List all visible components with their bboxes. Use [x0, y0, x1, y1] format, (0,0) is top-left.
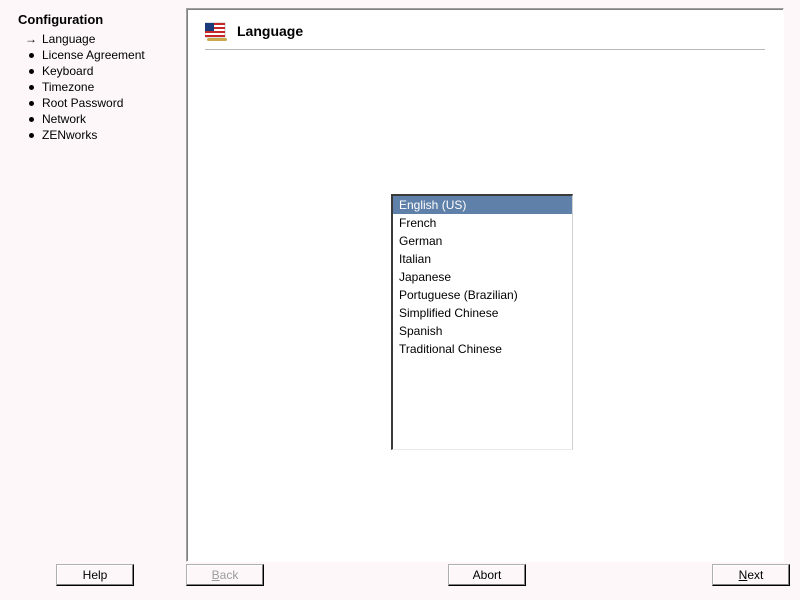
main-header: Language: [205, 21, 765, 50]
back-button: Back: [186, 564, 264, 586]
sidebar-step-label: Timezone: [42, 80, 94, 94]
language-listbox[interactable]: English (US)FrenchGermanItalianJapaneseP…: [391, 194, 573, 450]
bullet-icon: [24, 133, 38, 138]
help-button[interactable]: Help: [56, 564, 134, 586]
bullet-icon: [24, 85, 38, 90]
abort-button-label: Abort: [473, 568, 502, 582]
button-row: Help Back Abort Next: [0, 564, 800, 588]
back-button-label: Back: [212, 568, 239, 582]
page-title: Language: [237, 23, 303, 39]
sidebar-step: Keyboard: [18, 63, 178, 79]
bullet-icon: [24, 53, 38, 58]
bullet-icon: [24, 69, 38, 74]
sidebar-step: ZENworks: [18, 127, 178, 143]
sidebar-step: Timezone: [18, 79, 178, 95]
arrow-icon: →: [24, 33, 38, 45]
language-option[interactable]: Spanish: [393, 322, 572, 340]
next-button[interactable]: Next: [712, 564, 790, 586]
abort-button[interactable]: Abort: [448, 564, 526, 586]
language-option[interactable]: Italian: [393, 250, 572, 268]
step-list: → Language License Agreement Keyboard Timezo…: [18, 31, 178, 143]
sidebar-step-label: Network: [42, 112, 86, 126]
sidebar-title: Configuration: [18, 12, 178, 27]
bullet-icon: [24, 101, 38, 106]
language-option[interactable]: English (US): [393, 196, 572, 214]
sidebar: Configuration → Language License Agreement…: [18, 12, 178, 143]
sidebar-step-label: Root Password: [42, 96, 123, 110]
sidebar-step-label: Language: [42, 32, 95, 46]
sidebar-step: Network: [18, 111, 178, 127]
language-option[interactable]: Portuguese (Brazilian): [393, 286, 572, 304]
help-button-label: Help: [83, 568, 108, 582]
language-option[interactable]: French: [393, 214, 572, 232]
sidebar-step: License Agreement: [18, 47, 178, 63]
sidebar-step-label: License Agreement: [42, 48, 145, 62]
flag-icon: [205, 21, 227, 41]
bullet-icon: [24, 117, 38, 122]
sidebar-step: → Language: [18, 31, 178, 47]
language-option[interactable]: Simplified Chinese: [393, 304, 572, 322]
sidebar-step-label: Keyboard: [42, 64, 93, 78]
language-option[interactable]: Japanese: [393, 268, 572, 286]
main-panel: Language English (US)FrenchGermanItalian…: [186, 8, 784, 562]
language-option[interactable]: Traditional Chinese: [393, 340, 572, 358]
sidebar-step-label: ZENworks: [42, 128, 97, 142]
language-option[interactable]: German: [393, 232, 572, 250]
next-button-label: Next: [739, 568, 764, 582]
sidebar-step: Root Password: [18, 95, 178, 111]
